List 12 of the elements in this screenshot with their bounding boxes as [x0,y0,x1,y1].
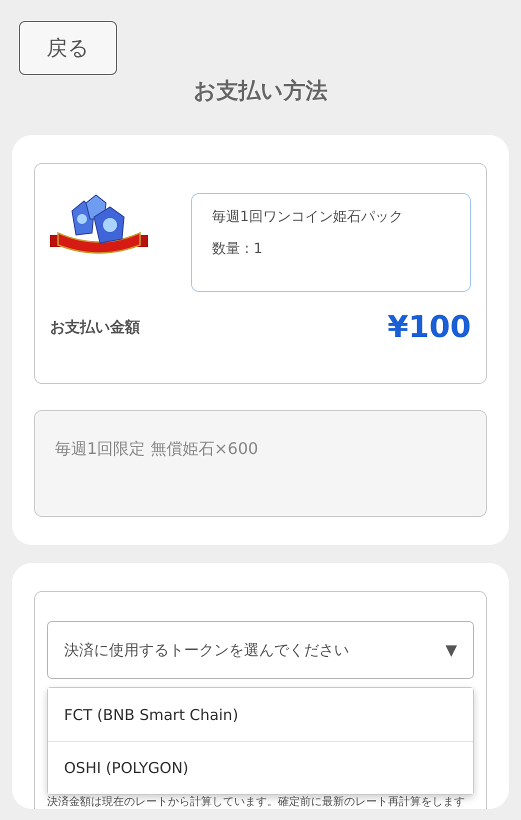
amount-label: お支払い金額 [50,318,140,337]
quantity-text: 数量 : 1 [212,240,264,258]
back-button[interactable]: 戻る [19,21,117,75]
description-panel: 毎週1回限定 無償姫石×600 [34,410,487,517]
token-select[interactable]: 決済に使用するトークンを選んでください ▼ [47,621,474,679]
product-name: 毎週1回ワンコイン姫石パック [212,208,404,226]
page-title: お支払い方法 [192,78,328,106]
caret-icon: ▼ [445,641,457,659]
rate-note: 決済金額は現在のレートから計算しています。確定前に最新のレート再計算をします [47,795,466,810]
token-option[interactable]: OSHI (POLYGON) [48,741,473,794]
token-option[interactable]: FCT (BNB Smart Chain) [48,688,473,741]
amount-value: ¥100 [388,310,471,345]
